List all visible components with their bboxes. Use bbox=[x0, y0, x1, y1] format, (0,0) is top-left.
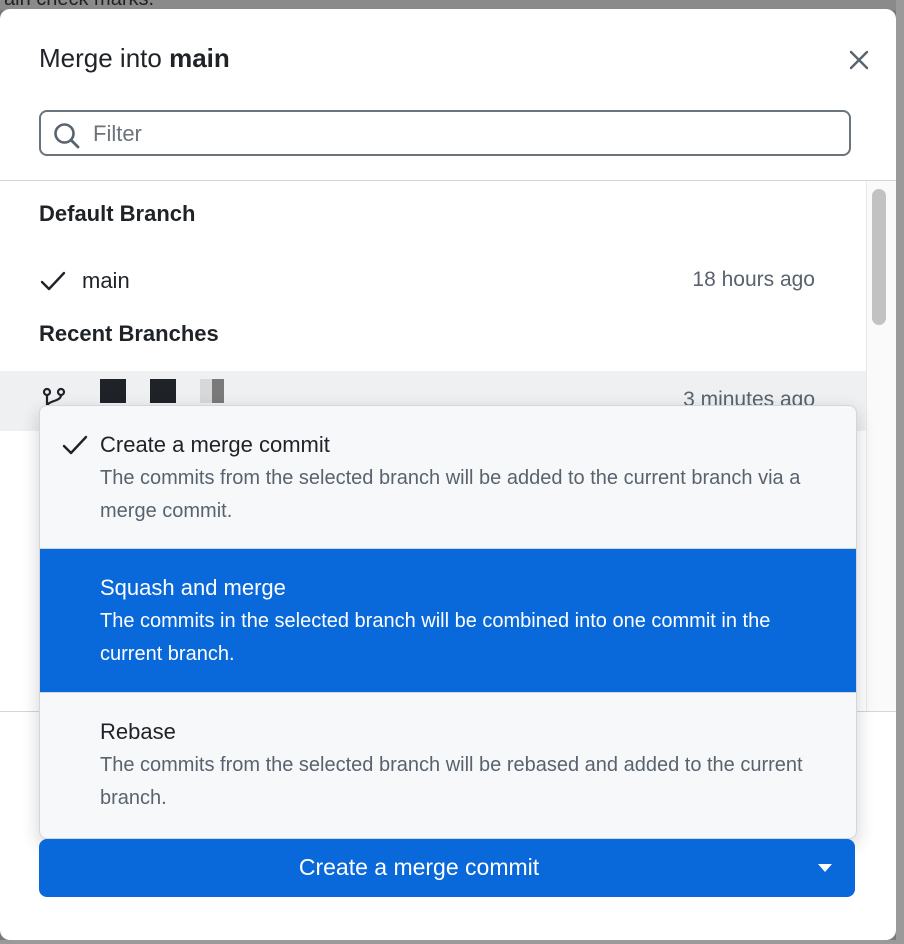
redacted-name-block bbox=[100, 379, 126, 403]
redacted-name-block bbox=[212, 379, 224, 403]
merge-options-menu: Create a merge commit The commits from t… bbox=[39, 405, 857, 839]
primary-button-label: Create a merge commit bbox=[298, 854, 540, 880]
filter-input[interactable] bbox=[91, 118, 835, 150]
option-rebase[interactable]: Rebase The commits from the selected bra… bbox=[40, 693, 856, 838]
merge-dialog: Merge into main Default Branch main 18 h… bbox=[0, 9, 896, 940]
recent-branches-heading: Recent Branches bbox=[39, 321, 219, 346]
close-icon bbox=[849, 50, 869, 70]
option-create-merge-commit[interactable]: Create a merge commit The commits from t… bbox=[40, 406, 856, 548]
checkmark-icon bbox=[62, 435, 88, 455]
background-app-edge bbox=[896, 0, 904, 944]
option-title: Squash and merge bbox=[100, 575, 286, 600]
dialog-title-prefix: Merge into bbox=[39, 43, 170, 73]
caret-down-icon[interactable] bbox=[817, 863, 833, 873]
filter-field[interactable] bbox=[39, 110, 851, 156]
branch-row-main[interactable]: main 18 hours ago bbox=[0, 251, 866, 311]
search-icon bbox=[54, 123, 80, 149]
option-squash-and-merge[interactable]: Squash and merge The commits in the sele… bbox=[40, 549, 856, 692]
dialog-title: Merge into main bbox=[39, 43, 230, 74]
scrollbar-thumb[interactable] bbox=[872, 189, 886, 325]
dialog-title-branch: main bbox=[169, 43, 230, 73]
option-description: The commits in the selected branch will … bbox=[100, 610, 771, 665]
option-title: Create a merge commit bbox=[100, 432, 330, 457]
redacted-name-block bbox=[150, 379, 176, 403]
option-description: The commits from the selected branch wil… bbox=[100, 754, 803, 809]
default-branch-heading: Default Branch bbox=[39, 201, 196, 226]
redacted-name-block bbox=[200, 379, 212, 403]
close-button[interactable] bbox=[845, 46, 873, 74]
branch-time: 18 hours ago bbox=[692, 268, 815, 291]
option-description: The commits from the selected branch wil… bbox=[100, 467, 801, 522]
background-app-bottom bbox=[0, 940, 904, 944]
create-merge-commit-button[interactable]: Create a merge commit bbox=[39, 839, 855, 897]
checkmark-icon bbox=[40, 271, 66, 291]
option-title: Rebase bbox=[100, 719, 176, 744]
branch-name: main bbox=[82, 268, 130, 293]
